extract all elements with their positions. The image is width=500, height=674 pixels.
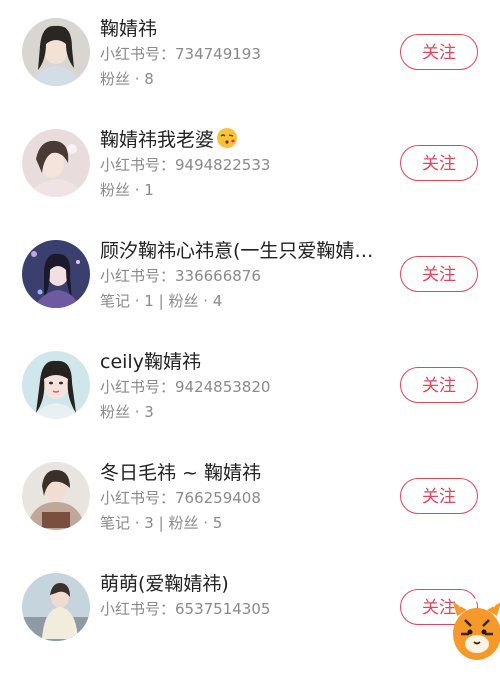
- follow-button[interactable]: 关注: [400, 34, 478, 70]
- user-name[interactable]: 顾汐鞠祎心祎意(一生只爱鞠婧…: [100, 236, 373, 263]
- user-row[interactable]: 顾汐鞠祎心祎意(一生只爱鞠婧… 小红书号：336666876 笔记 · 1 | …: [0, 222, 500, 322]
- user-stats: 粉丝 · 8: [100, 70, 154, 88]
- follow-button[interactable]: 关注: [400, 256, 478, 292]
- user-id: 小红书号：9494822533: [100, 156, 271, 174]
- user-name[interactable]: 鞠婧祎: [100, 14, 157, 41]
- user-id: 小红书号：6537514305: [100, 600, 271, 618]
- user-stats: 粉丝 · 1: [100, 181, 154, 199]
- user-name[interactable]: 冬日毛祎 ~ 鞠婧祎: [100, 458, 261, 485]
- follow-button[interactable]: 关注: [400, 478, 478, 514]
- user-stats: 笔记 · 3 | 粉丝 · 5: [100, 514, 223, 532]
- user-name[interactable]: ceily鞠婧祎: [100, 347, 201, 374]
- user-avatar[interactable]: [22, 351, 90, 419]
- user-stats: 粉丝 · 3: [100, 403, 154, 421]
- user-id: 小红书号：9424853820: [100, 378, 271, 396]
- user-row[interactable]: 冬日毛祎 ~ 鞠婧祎 小红书号：766259408 笔记 · 3 | 粉丝 · …: [0, 444, 500, 544]
- user-row[interactable]: 鞠婧祎我老婆 小红书号：9494822533 粉丝 · 1 关注: [0, 111, 500, 211]
- user-row[interactable]: ceily鞠婧祎 小红书号：9424853820 粉丝 · 3 关注: [0, 333, 500, 433]
- user-stats: 笔记 · 1 | 粉丝 · 4: [100, 292, 223, 310]
- user-id: 小红书号：766259408: [100, 489, 261, 507]
- follow-button[interactable]: 关注: [400, 367, 478, 403]
- user-id: 小红书号：734749193: [100, 45, 261, 63]
- face-blowing-kiss-emoji: [216, 127, 238, 154]
- user-row[interactable]: 萌萌(爱鞠婧祎) 小红书号：6537514305 关注: [0, 555, 500, 655]
- tiger-mascot-icon[interactable]: [445, 590, 500, 670]
- user-avatar[interactable]: [22, 462, 90, 530]
- user-avatar[interactable]: [22, 573, 90, 641]
- user-avatar[interactable]: [22, 18, 90, 86]
- user-avatar[interactable]: [22, 129, 90, 197]
- follow-button[interactable]: 关注: [400, 145, 478, 181]
- user-row[interactable]: 鞠婧祎 小红书号：734749193 粉丝 · 8 关注: [0, 0, 500, 100]
- user-avatar[interactable]: [22, 240, 90, 308]
- user-id: 小红书号：336666876: [100, 267, 261, 285]
- user-name[interactable]: 鞠婧祎我老婆: [100, 125, 238, 154]
- user-name[interactable]: 萌萌(爱鞠婧祎): [100, 569, 229, 596]
